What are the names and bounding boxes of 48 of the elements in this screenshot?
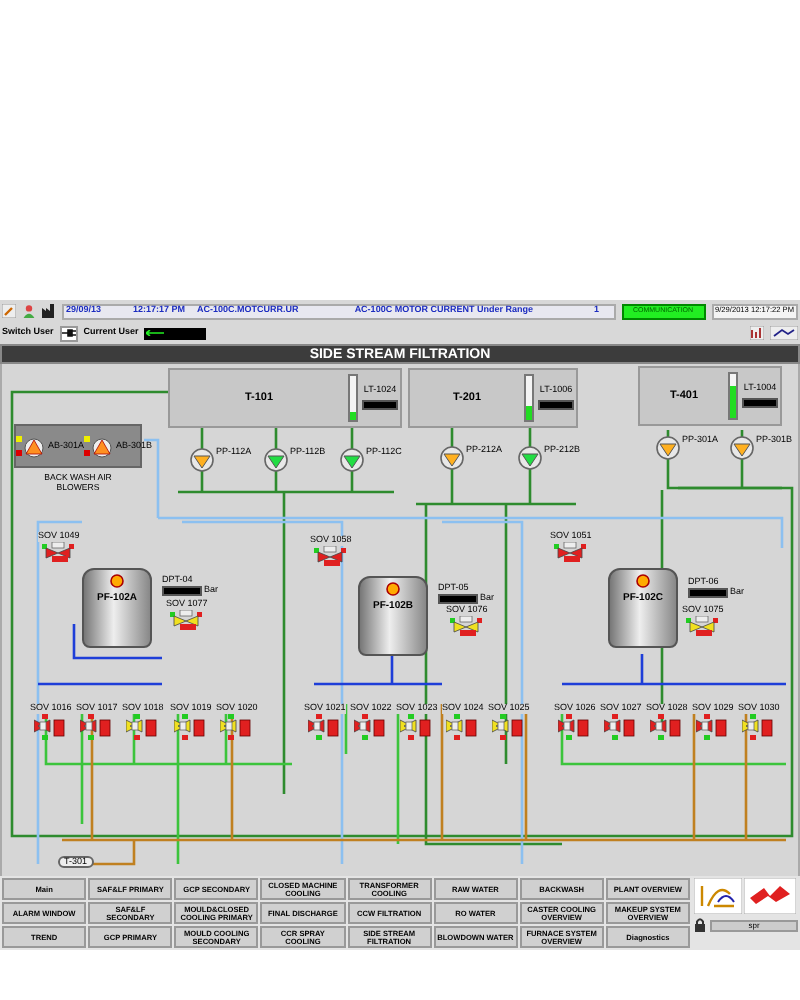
level-display bbox=[538, 399, 574, 410]
pump-icon[interactable] bbox=[440, 446, 464, 470]
valve-drawing[interactable] bbox=[168, 609, 205, 629]
valve-drawing[interactable] bbox=[34, 713, 67, 741]
switch-user-button[interactable] bbox=[59, 325, 78, 341]
instrument-icon bbox=[636, 574, 650, 588]
blower-icon[interactable] bbox=[84, 434, 115, 458]
pressure-display bbox=[438, 593, 478, 603]
pump-icon[interactable] bbox=[190, 448, 214, 472]
pump-icon[interactable] bbox=[264, 448, 288, 472]
pump-icon[interactable] bbox=[340, 448, 364, 472]
chart-icon[interactable] bbox=[750, 326, 764, 340]
valve-drawing[interactable] bbox=[126, 713, 159, 741]
valve-drawing[interactable] bbox=[80, 713, 113, 741]
valve-drawing[interactable] bbox=[312, 545, 349, 565]
pump-icon[interactable] bbox=[656, 436, 680, 460]
valve-drawing[interactable] bbox=[492, 713, 525, 741]
valve-drawing[interactable] bbox=[308, 713, 341, 741]
valve-drawing[interactable] bbox=[696, 713, 729, 741]
pencil-icon[interactable] bbox=[2, 304, 16, 318]
network-icon[interactable] bbox=[770, 326, 798, 340]
valve-drawing[interactable] bbox=[684, 615, 721, 635]
arrow-icon bbox=[146, 330, 165, 336]
valve-drawing[interactable] bbox=[400, 713, 433, 741]
blower-icon[interactable] bbox=[16, 434, 46, 458]
valve-drawing[interactable] bbox=[552, 541, 589, 561]
lock-icon[interactable] bbox=[694, 918, 706, 932]
valve-drawing[interactable] bbox=[604, 713, 637, 741]
pump-icon[interactable] bbox=[518, 446, 542, 470]
level-display bbox=[742, 397, 778, 408]
level-display bbox=[362, 399, 398, 410]
factory-icon[interactable] bbox=[42, 304, 56, 318]
valve-drawing[interactable] bbox=[448, 615, 485, 635]
valve-drawing[interactable] bbox=[40, 541, 77, 561]
pump-icon[interactable] bbox=[730, 436, 754, 460]
instrument-icon bbox=[386, 582, 400, 596]
person-icon[interactable] bbox=[22, 304, 36, 318]
valve-drawing[interactable] bbox=[220, 713, 253, 741]
plug-icon bbox=[61, 328, 76, 338]
pressure-display bbox=[688, 587, 728, 597]
valve-drawing[interactable] bbox=[354, 713, 387, 741]
valve-drawing[interactable] bbox=[174, 713, 207, 741]
valve-drawing[interactable] bbox=[558, 713, 591, 741]
valve-drawing[interactable] bbox=[650, 713, 683, 741]
valve-drawing[interactable] bbox=[742, 713, 775, 741]
pressure-display bbox=[162, 585, 202, 595]
valve-drawing[interactable] bbox=[446, 713, 479, 741]
instrument-icon bbox=[110, 574, 124, 588]
